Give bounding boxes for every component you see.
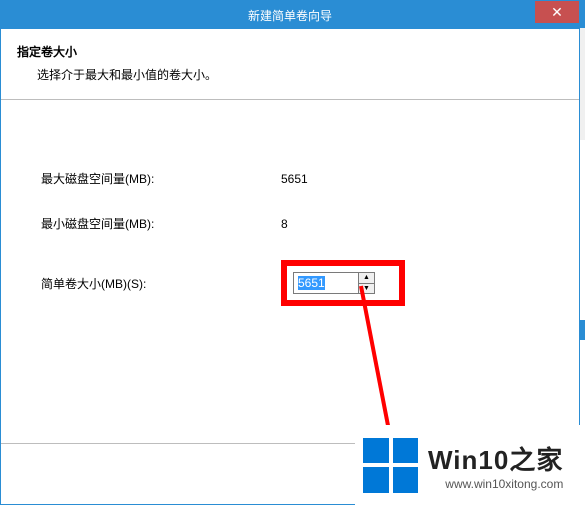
spinner-buttons: ▲ ▼ bbox=[359, 272, 375, 294]
watermark-url: www.win10xitong.com bbox=[428, 477, 563, 491]
windows-logo-icon bbox=[363, 438, 418, 493]
watermark-brand: Win10之家 bbox=[428, 440, 563, 477]
min-space-row: 最小磁盘空间量(MB): 8 bbox=[41, 215, 539, 232]
volume-size-input[interactable] bbox=[293, 272, 359, 294]
page-heading: 指定卷大小 bbox=[17, 43, 573, 60]
volume-size-label: 简单卷大小(MB)(S): bbox=[41, 275, 281, 292]
max-space-row: 最大磁盘空间量(MB): 5651 bbox=[41, 170, 539, 187]
window-title: 新建简单卷向导 bbox=[248, 7, 332, 24]
max-space-label: 最大磁盘空间量(MB): bbox=[41, 170, 281, 187]
wizard-header: 指定卷大小 选择介于最大和最小值的卷大小。 bbox=[1, 29, 579, 100]
wizard-content: 最大磁盘空间量(MB): 5651 最小磁盘空间量(MB): 8 简单卷大小(M… bbox=[1, 100, 579, 354]
annotation-highlight: ▲ ▼ bbox=[281, 260, 405, 306]
min-space-value: 8 bbox=[281, 217, 288, 231]
watermark: Win10之家 www.win10xitong.com bbox=[355, 425, 585, 505]
min-space-label: 最小磁盘空间量(MB): bbox=[41, 215, 281, 232]
spinner-up-button[interactable]: ▲ bbox=[359, 273, 374, 284]
volume-size-row: 简单卷大小(MB)(S): ▲ ▼ bbox=[41, 260, 539, 306]
titlebar: 新建简单卷向导 ✕ bbox=[1, 1, 579, 29]
max-space-value: 5651 bbox=[281, 172, 308, 186]
close-button[interactable]: ✕ bbox=[535, 1, 579, 23]
page-subheading: 选择介于最大和最小值的卷大小。 bbox=[37, 66, 573, 83]
close-icon: ✕ bbox=[551, 4, 563, 21]
volume-size-spinner: ▲ ▼ bbox=[293, 272, 375, 294]
spinner-down-button[interactable]: ▼ bbox=[359, 284, 374, 294]
watermark-text: Win10之家 www.win10xitong.com bbox=[428, 440, 563, 491]
